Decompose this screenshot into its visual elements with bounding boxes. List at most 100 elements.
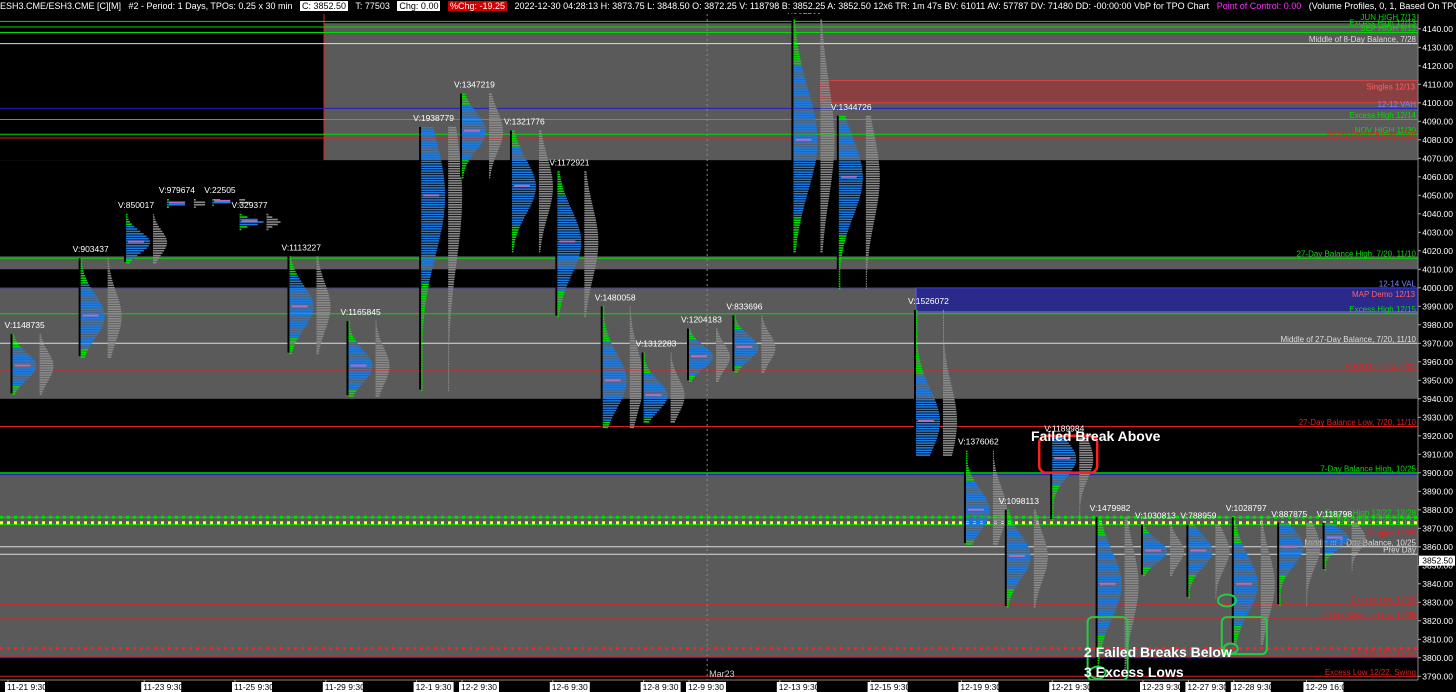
tpo-row	[12, 334, 15, 336]
volume-row	[1306, 582, 1310, 585]
tpo-chart[interactable]: Singles 12/13MAP Demo 12/13 JUN HIGH 7/1…	[0, 0, 1456, 692]
volume-row	[448, 324, 451, 327]
tpo-row	[793, 77, 805, 79]
volume-row	[865, 259, 869, 261]
volume-row	[538, 202, 551, 205]
volume-row	[1170, 555, 1183, 558]
tpo-row	[916, 322, 918, 324]
tpo-row	[916, 396, 935, 399]
volume-row	[1306, 532, 1318, 534]
tpo-row	[557, 267, 575, 270]
volume-row	[153, 230, 163, 233]
volume-row	[39, 390, 43, 393]
volume-row	[992, 514, 1007, 517]
tpo-row	[916, 312, 918, 315]
tpo-row	[838, 118, 847, 120]
volume-row	[865, 225, 874, 228]
tpo-row	[916, 341, 918, 343]
volume-row	[1260, 611, 1271, 614]
close-badge: C: 3852.50	[299, 1, 349, 11]
tpo-row	[1233, 640, 1237, 643]
range-bar	[1277, 522, 1280, 605]
tpo-row	[643, 371, 651, 374]
tpo-row	[838, 208, 856, 211]
tpo-row	[602, 409, 616, 412]
volume-row	[39, 352, 50, 355]
volume-row	[584, 272, 595, 274]
tpo-row	[734, 344, 758, 347]
volume-row	[716, 333, 719, 335]
tpo-row	[1279, 561, 1297, 563]
volume-row	[107, 349, 114, 351]
tpo-row	[793, 171, 814, 173]
tpo-row	[643, 402, 666, 404]
volume-row	[716, 368, 725, 371]
time-label: 12-15 9:30	[870, 682, 911, 692]
volume-row	[448, 334, 450, 336]
tpo-row	[602, 359, 621, 361]
tpo-row	[348, 325, 350, 328]
volume-row	[1170, 572, 1174, 574]
tpo-row	[126, 228, 138, 230]
tpo-row	[689, 361, 711, 364]
volume-row	[448, 170, 462, 172]
volume-row	[448, 384, 450, 387]
tpo-row	[793, 24, 796, 26]
volume-row	[538, 147, 546, 149]
poc-marker	[967, 508, 984, 511]
volume-row	[629, 339, 636, 342]
tpo-row	[511, 171, 533, 174]
volume-row	[1079, 485, 1085, 488]
tpo-row	[793, 209, 804, 212]
tpo-row	[838, 259, 842, 261]
tpo-row	[80, 296, 98, 299]
volume-row	[316, 311, 331, 314]
volume-row	[1306, 589, 1308, 592]
tpo-row	[421, 331, 423, 334]
volume-row	[865, 228, 873, 230]
symbol-text[interactable]: ESH3.CME/ESH3.CME [C][M]	[0, 1, 121, 11]
tpo-row	[421, 375, 423, 377]
poc-marker	[1145, 549, 1161, 552]
tpo-row	[916, 386, 930, 389]
tpo-row	[421, 382, 423, 384]
volume-row	[448, 283, 454, 286]
volume-row	[670, 371, 676, 374]
tpo-row	[80, 272, 85, 275]
volume-row	[943, 377, 950, 379]
tpo-row	[965, 535, 977, 538]
tpo-row	[12, 357, 33, 360]
volume-row	[584, 212, 595, 214]
volume-row	[1033, 533, 1043, 536]
tpo-row	[793, 241, 797, 243]
volume-row	[448, 203, 463, 206]
tpo-row	[12, 338, 16, 341]
poc-marker	[736, 346, 753, 348]
volume-row	[1079, 492, 1083, 495]
tpo-row	[12, 336, 15, 339]
volume-row	[1033, 526, 1041, 529]
volume-row	[39, 364, 54, 367]
tpo-row	[421, 220, 443, 223]
tpo-row	[348, 390, 357, 392]
volume-row	[39, 345, 46, 348]
tpo-row	[421, 271, 432, 274]
tpo-row	[557, 183, 563, 185]
tpo-row	[289, 256, 292, 258]
volume-row	[716, 340, 723, 342]
tpo-row	[602, 308, 605, 311]
volume-row	[584, 253, 598, 255]
volume-row	[629, 376, 644, 378]
tpo-row	[511, 197, 534, 200]
volume-row	[820, 238, 824, 241]
tpo-row	[1188, 546, 1212, 548]
tpo-row	[348, 330, 352, 333]
level-label: 27-Day Balance High, 7/20, 11/10	[1297, 250, 1417, 259]
volume-row	[716, 370, 724, 373]
volume-row	[538, 181, 553, 183]
volume-row	[538, 178, 553, 181]
price-tick-label: 4000.00	[1422, 283, 1453, 293]
tpo-row	[126, 213, 128, 216]
volume-row	[584, 240, 599, 243]
volume-row	[943, 322, 944, 324]
